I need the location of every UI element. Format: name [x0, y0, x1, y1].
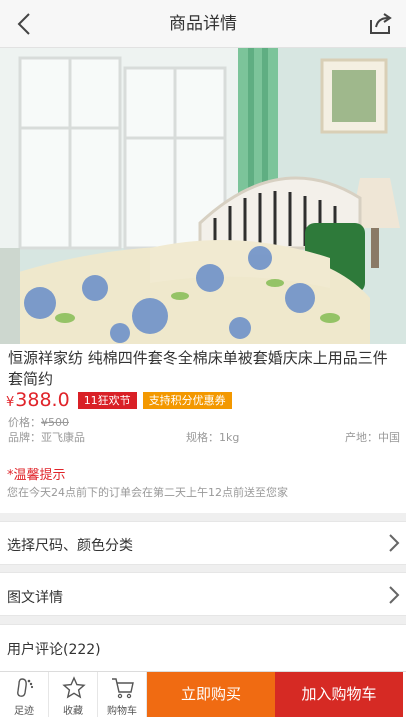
star-icon — [62, 676, 86, 699]
chevron-right-icon — [389, 534, 400, 552]
spec-text: 规格：1kg — [186, 431, 240, 444]
reviews-section[interactable]: 用户评论(222) — [0, 624, 406, 672]
top-nav-bar: 商品详情 — [0, 0, 406, 48]
price-row: ¥ 388.0 11狂欢节 支持积分优惠券 — [6, 388, 238, 412]
footprint-icon — [17, 678, 34, 697]
origin-text: 产地：中国 — [345, 431, 400, 444]
original-price-value: ¥500 — [41, 416, 69, 429]
page-title: 商品详情 — [169, 14, 237, 34]
share-icon — [370, 13, 392, 34]
buy-now-button[interactable]: 立即购买 — [147, 672, 275, 717]
reviews-label: 用户评论(222) — [7, 642, 101, 658]
section-divider — [0, 616, 406, 624]
product-photo — [0, 48, 406, 344]
festival-badge: 11狂欢节 — [77, 391, 137, 409]
original-price-label: 价格： — [8, 416, 41, 429]
product-price: 388.0 — [15, 389, 70, 411]
cart-tool-button[interactable]: 购物车 — [98, 672, 147, 717]
detail-label: 图文详情 — [7, 590, 63, 606]
footprint-button[interactable]: 足迹 — [0, 672, 49, 717]
shopping-cart-icon — [112, 678, 134, 699]
product-title: 恒源祥家纺 纯棉四件套冬全棉床单被套婚庆床上用品三件套简约 — [8, 349, 388, 388]
brand-text: 品牌：亚飞康品 — [8, 431, 85, 444]
footprint-label: 足迹 — [14, 706, 34, 717]
add-to-cart-button[interactable]: 加入购物车 — [275, 672, 403, 717]
bottom-action-bar: 足迹 收藏 购物车 立即购买 加入购物车 — [0, 671, 406, 717]
notice-text: 您在今天24点前下的订单会在第二天上午12点前送至您家 — [7, 486, 288, 499]
favorite-label: 收藏 — [63, 706, 83, 717]
notice-title: *温馨提示 — [7, 468, 66, 483]
product-image-carousel[interactable] — [0, 48, 406, 344]
points-badge: 支持积分优惠券 — [142, 391, 232, 409]
detail-section[interactable]: 图文详情 — [0, 572, 406, 616]
favorite-button[interactable]: 收藏 — [49, 672, 98, 717]
cart-tool-label: 购物车 — [107, 706, 137, 717]
share-button[interactable] — [368, 12, 394, 36]
size-color-selector[interactable]: 选择尺码、颜色分类 — [0, 521, 406, 565]
chevron-right-icon — [389, 586, 400, 604]
original-price: 价格：¥500 — [8, 414, 69, 430]
size-color-label: 选择尺码、颜色分类 — [7, 538, 133, 554]
currency-symbol: ¥ — [6, 394, 15, 410]
